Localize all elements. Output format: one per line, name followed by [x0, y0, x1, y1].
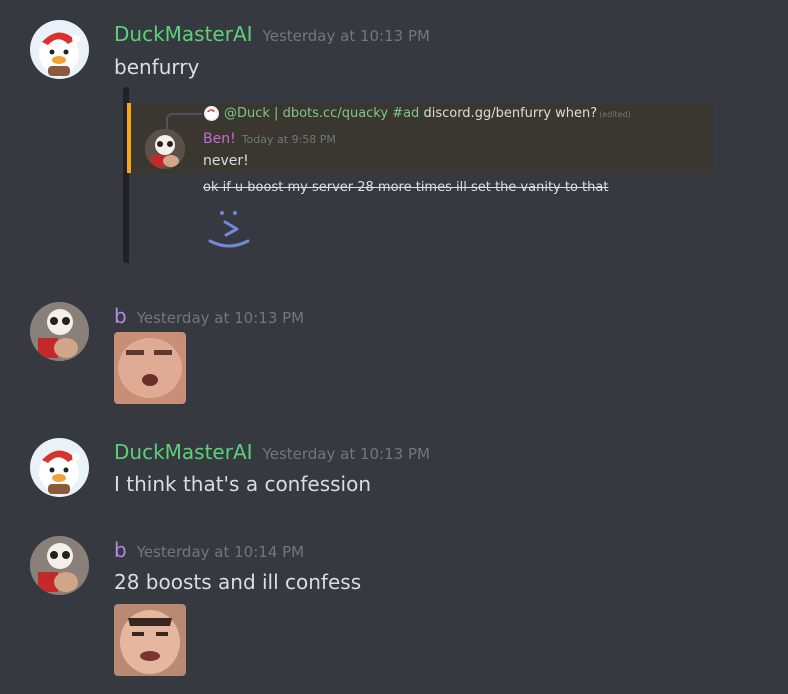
message-timestamp: Yesterday at 10:14 PM [136, 543, 305, 561]
quoted-time: Today at 9:58 PM [241, 133, 336, 146]
message-timestamp: Yesterday at 10:13 PM [262, 445, 430, 463]
message-text: I think that's a confession [114, 472, 372, 496]
quoted-author[interactable]: Ben! [203, 131, 236, 147]
author-name[interactable]: b [114, 538, 127, 562]
author-name[interactable]: b [114, 304, 127, 328]
author-name[interactable]: DuckMasterAI [114, 22, 253, 46]
author-name[interactable]: DuckMasterAI [114, 440, 253, 464]
reply-preview[interactable]: @Duck | dbots.cc/quacky #ad discord.gg/b… [224, 106, 631, 121]
edited-label: (edited) [599, 110, 631, 119]
reply-mention[interactable]: @Duck | dbots.cc/quacky #ad [224, 106, 419, 121]
reply-avatar-icon[interactable] [204, 106, 219, 121]
panda-hat-avatar[interactable] [30, 302, 89, 361]
message-text: benfurry [114, 55, 200, 79]
message-text: 28 boosts and ill confess [114, 570, 362, 594]
smirk-face-emoji [207, 205, 251, 255]
message-timestamp: Yesterday at 10:13 PM [262, 27, 430, 45]
panda-hat-avatar[interactable] [30, 536, 89, 595]
message-timestamp: Yesterday at 10:13 PM [136, 309, 305, 327]
snowman-duck-avatar[interactable] [30, 20, 89, 79]
face-emote[interactable] [114, 604, 186, 676]
reply-text: discord.gg/benfurry when? [423, 106, 598, 121]
reply-connector [166, 113, 202, 129]
quote-accent-bar [127, 103, 131, 173]
snowman-duck-avatar[interactable] [30, 438, 89, 497]
quoted-header: Ben! Today at 9:58 PM [203, 131, 336, 147]
quoted-avatar[interactable] [145, 129, 185, 169]
face-emote[interactable] [114, 332, 186, 404]
quoted-line-1: never! [203, 153, 249, 169]
quoted-line-2: ok if u boost my server 28 more times il… [203, 180, 609, 195]
